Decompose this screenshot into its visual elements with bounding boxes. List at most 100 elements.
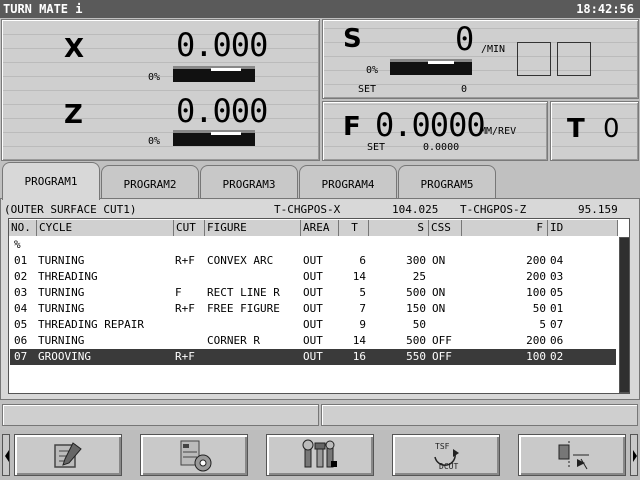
tab-program4[interactable]: PROGRAM4: [299, 165, 397, 199]
cell-id: 04: [550, 254, 564, 267]
feed-set-value: 0.0000: [423, 142, 460, 153]
col-header-t: T: [339, 220, 369, 236]
spindle-indicator-box-1: [517, 42, 551, 76]
feed-unit: MM/REV: [480, 126, 517, 137]
cell-f: 200: [526, 270, 546, 283]
cell-no: 04: [14, 302, 28, 315]
percent-row: %: [10, 237, 616, 253]
cell-id: 06: [550, 334, 564, 347]
table-row-selected[interactable]: 07 GROOVING R+F OUT 16 550 OFF 100 02: [10, 349, 616, 365]
cell-cut: R+F: [175, 350, 195, 363]
spindle-value: 0: [455, 20, 474, 58]
position-panel: X 0.000 0% Z 0.000 0%: [1, 19, 320, 161]
program-header: (OUTER SURFACE CUT1) T-CHGPOS-X 104.025 …: [4, 203, 634, 217]
z-axis-percent: 0%: [148, 136, 161, 147]
cell-cut: F: [175, 286, 182, 299]
spindle-letter: S: [343, 24, 362, 54]
cell-f: 200: [526, 254, 546, 267]
col-header-id: ID: [548, 220, 618, 236]
cell-cycle: TURNING: [38, 334, 85, 347]
feed-value: 0.0000: [375, 106, 486, 144]
cell-cycle: THREADING: [38, 270, 98, 283]
tchgpos-z-label: T-CHGPOS-Z: [460, 203, 527, 216]
spindle-unit: /MIN: [481, 44, 506, 55]
x-axis-load-meter: [173, 66, 255, 82]
cell-area: OUT: [303, 350, 323, 363]
softkey-tsf-dcut[interactable]: TSF DCUT: [392, 434, 500, 476]
measure-icon: [558, 441, 589, 470]
cell-s: 500: [406, 334, 426, 347]
z-axis-load-meter: [173, 130, 255, 146]
cell-figure: CONVEX ARC: [207, 254, 274, 267]
app-title: TURN MATE i: [3, 2, 83, 16]
cell-area: OUT: [303, 302, 323, 315]
cell-id: 03: [550, 270, 564, 283]
cell-t: 9: [359, 318, 366, 331]
table-row[interactable]: 04 TURNING R+F FREE FIGURE OUT 7 150 ON …: [10, 301, 616, 317]
cell-s: 500: [406, 286, 426, 299]
clock: 18:42:56: [576, 2, 634, 16]
cell-css: ON: [432, 254, 446, 267]
cell-t: 14: [352, 270, 366, 283]
cell-figure: RECT LINE R: [207, 286, 280, 299]
cell-css: OFF: [432, 334, 452, 347]
cell-s: 300: [406, 254, 426, 267]
cell-no: 07: [14, 350, 28, 363]
cell-cycle: TURNING: [38, 254, 85, 267]
col-header-css: CSS: [429, 220, 462, 236]
cell-s: 150: [406, 302, 426, 315]
softkey-right-arrow[interactable]: [630, 434, 638, 476]
cell-area: OUT: [303, 318, 323, 331]
cell-css: ON: [432, 302, 446, 315]
table-row[interactable]: 05 THREADING REPAIR OUT 9 50 5 07: [10, 317, 616, 333]
cell-f: 5: [539, 318, 546, 331]
percent-marker: %: [14, 238, 21, 251]
cell-no: 06: [14, 334, 28, 347]
col-header-figure: FIGURE: [205, 220, 301, 236]
cell-figure: FREE FIGURE: [207, 302, 280, 315]
cell-area: OUT: [303, 254, 323, 267]
cell-t: 14: [352, 334, 366, 347]
cell-figure: CORNER R: [207, 334, 260, 347]
table-row[interactable]: 02 THREADING OUT 14 25 200 03: [10, 269, 616, 285]
cell-id: 01: [550, 302, 564, 315]
col-header-cycle: CYCLE: [37, 220, 174, 236]
softkey-left-arrow[interactable]: [2, 434, 10, 476]
cell-cut: R+F: [175, 254, 195, 267]
wrench-icon: [302, 439, 337, 468]
cell-t: 16: [352, 350, 366, 363]
softkey-tool-settings[interactable]: [140, 434, 248, 476]
tchgpos-x-value: 104.025: [392, 203, 439, 216]
tab-program2[interactable]: PROGRAM2: [101, 165, 199, 199]
cell-t: 6: [359, 254, 366, 267]
spindle-load-meter: [390, 59, 472, 75]
table-row[interactable]: 01 TURNING R+F CONVEX ARC OUT 6 300 ON 2…: [10, 253, 616, 269]
tchgpos-x-label: T-CHGPOS-X: [274, 203, 341, 216]
cell-css: OFF: [432, 350, 452, 363]
list-scrollbar[interactable]: [619, 237, 630, 393]
spindle-percent: 0%: [366, 65, 379, 76]
x-axis-value: 0.000: [176, 26, 268, 64]
softkey-edit[interactable]: [14, 434, 122, 476]
cell-area: OUT: [303, 270, 323, 283]
cell-area: OUT: [303, 334, 323, 347]
spindle-set-value: 0: [461, 84, 468, 95]
chevron-left-icon: [5, 450, 9, 462]
cell-t: 7: [359, 302, 366, 315]
softkey-measure[interactable]: [518, 434, 626, 476]
tab-program1[interactable]: PROGRAM1: [2, 162, 100, 200]
tab-program3[interactable]: PROGRAM3: [200, 165, 298, 199]
edit-icon: [54, 442, 82, 468]
softkey-wrench[interactable]: [266, 434, 374, 476]
cell-cycle: THREADING REPAIR: [38, 318, 144, 331]
col-header-s: S: [369, 220, 429, 236]
table-row[interactable]: 03 TURNING F RECT LINE R OUT 5 500 ON 10…: [10, 285, 616, 301]
spindle-indicator-box-2: [557, 42, 591, 76]
feed-panel: F 0.0000 MM/REV SET 0.0000: [322, 101, 548, 161]
message-bar-left: [2, 404, 319, 426]
cell-id: 02: [550, 350, 564, 363]
message-bar-right: [321, 404, 638, 426]
spindle-panel: S 0 /MIN 0% SET 0: [322, 19, 639, 99]
table-row[interactable]: 06 TURNING CORNER R OUT 14 500 OFF 200 0…: [10, 333, 616, 349]
tab-program5[interactable]: PROGRAM5: [398, 165, 496, 199]
